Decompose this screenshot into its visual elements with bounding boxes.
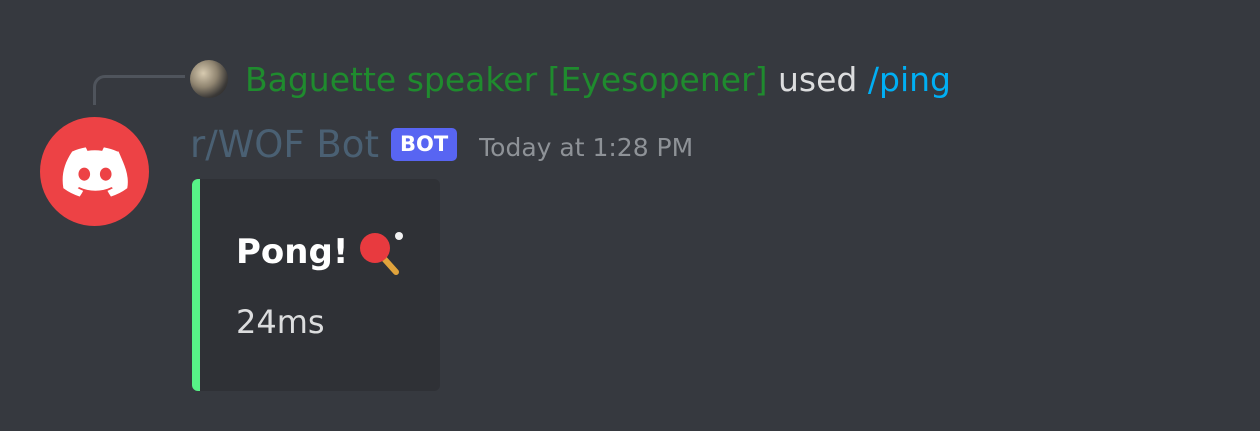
message-header: r/WOF Bot BOT Today at 1:28 PM — [190, 118, 693, 170]
embed-title-text: Pong! — [236, 232, 349, 272]
message-timestamp: Today at 1:28 PM — [479, 132, 694, 162]
author-name[interactable]: r/WOF Bot — [190, 123, 379, 166]
reply-context: Baguette speaker [Eyesopener] used /ping — [245, 56, 951, 104]
embed-title: Pong! — [236, 227, 406, 277]
bot-badge: BOT — [390, 127, 458, 161]
embed-description: 24ms — [236, 303, 325, 341]
reply-connector-line — [93, 75, 185, 105]
bot-avatar[interactable] — [40, 117, 149, 226]
reply-user-avatar[interactable] — [190, 60, 228, 98]
reply-command-link[interactable]: /ping — [868, 60, 951, 99]
ping-pong-icon — [360, 232, 404, 275]
reply-action-text: used — [778, 60, 858, 99]
discord-logo-icon — [62, 146, 128, 196]
reply-username[interactable]: Baguette speaker [Eyesopener] — [245, 60, 768, 99]
message-embed: Pong! 24ms — [192, 179, 440, 391]
